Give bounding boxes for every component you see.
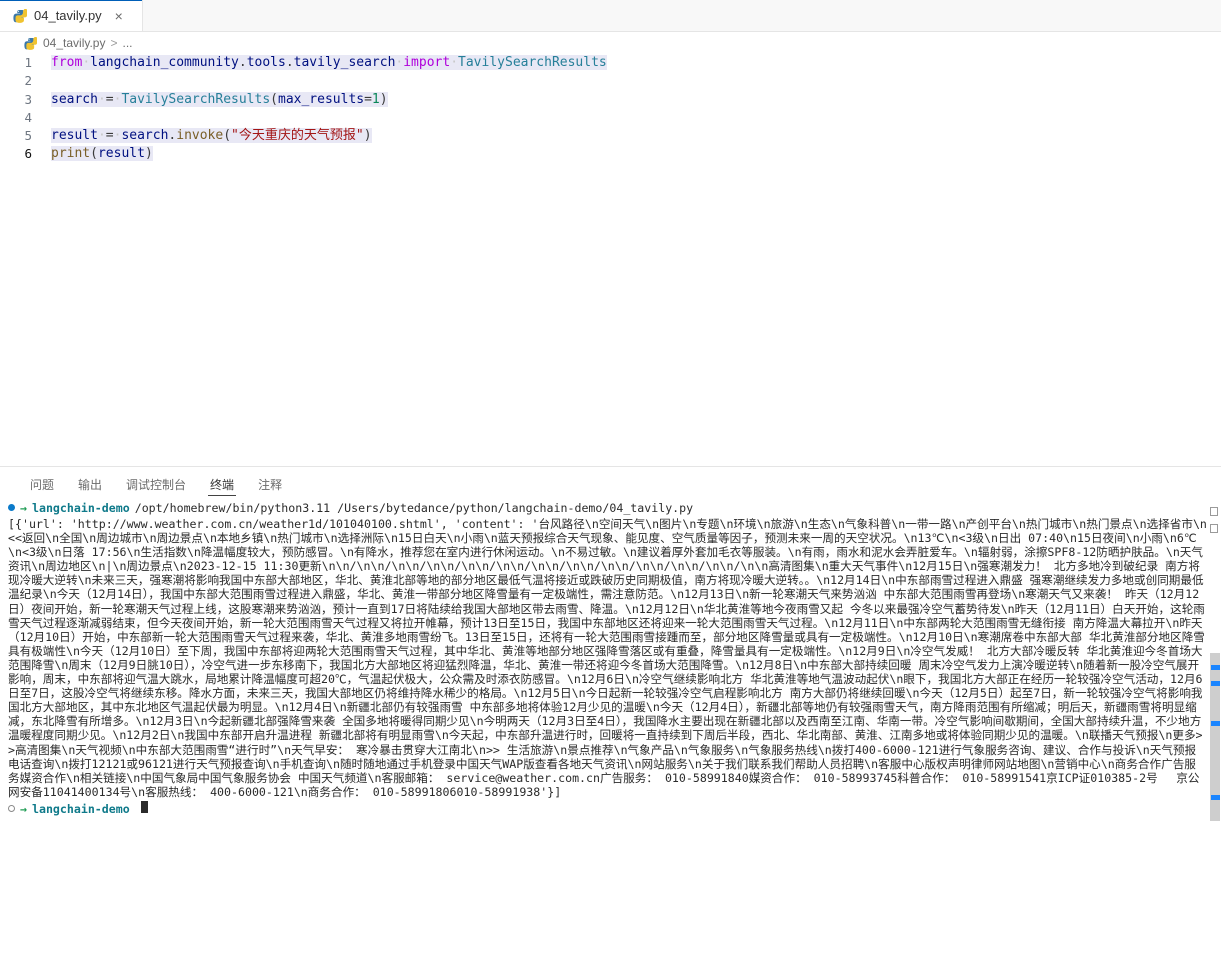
prompt-arrow-icon: → — [20, 801, 27, 816]
python-file-icon — [22, 35, 38, 51]
panel-tab-debug-console[interactable]: 调试控制台 — [114, 467, 198, 501]
panel-tab-output[interactable]: 输出 — [66, 467, 114, 501]
code-line: 3 search·=·TavilySearchResults(max_resul… — [0, 91, 1221, 109]
terminal-view[interactable]: → langchain-demo /opt/homebrew/bin/pytho… — [0, 501, 1221, 974]
code-text: print(result) — [51, 146, 153, 162]
code-text: from·langchain_community.tools.tavily_se… — [51, 55, 607, 70]
line-number: 1 — [24, 55, 32, 70]
close-icon[interactable]: × — [110, 7, 128, 25]
panel-tab-label: 问题 — [30, 477, 55, 492]
python-file-icon — [12, 8, 28, 24]
code-line: 4 — [0, 109, 1221, 127]
panel-tab-bar: 问题 输出 调试控制台 终端 注释 — [0, 467, 1221, 501]
terminal-command: /opt/homebrew/bin/python3.11 /Users/byte… — [134, 501, 694, 515]
code-line: 2 — [0, 72, 1221, 90]
chevron-right-icon: > — [110, 36, 118, 50]
editor-tab-04-tavily-py[interactable]: 04_tavily.py × — [0, 0, 143, 31]
prompt-arrow-icon: → — [20, 501, 27, 515]
terminal-side-controls — [1207, 501, 1221, 533]
panel-tab-label: 注释 — [258, 477, 283, 492]
panel-tab-label: 调试控制台 — [126, 477, 187, 492]
bottom-panel: 问题 输出 调试控制台 终端 注释 → langchain-demo /opt/… — [0, 466, 1221, 974]
code-line: 1 from·langchain_community.tools.tavily_… — [0, 54, 1221, 72]
terminal-overview-mark — [1211, 721, 1220, 726]
editor-tab-bar: 04_tavily.py × — [0, 0, 1221, 32]
terminal-overview-mark — [1211, 665, 1220, 670]
editor-tab-label: 04_tavily.py — [34, 8, 102, 23]
line-number: 5 — [24, 128, 32, 144]
terminal-output: [{'url': 'http://www.weather.com.cn/weat… — [8, 517, 1207, 799]
prompt-idle-dot-icon — [8, 804, 15, 812]
code-line: 6 print(result) — [0, 145, 1221, 163]
code-text: result·=·search.invoke("今天重庆的天气预报") — [51, 128, 372, 144]
terminal-overview-mark — [1211, 681, 1220, 686]
line-number: 3 — [24, 91, 32, 107]
terminal-cursor — [140, 800, 148, 813]
panel-tab-label: 输出 — [78, 477, 103, 492]
line-number: 2 — [24, 73, 32, 89]
line-number: 6 — [24, 146, 32, 162]
terminal-cwd: langchain-demo — [31, 801, 130, 816]
panel-tab-problems[interactable]: 问题 — [18, 467, 66, 501]
line-number: 4 — [24, 109, 32, 125]
code-line: 5 result·=·search.invoke("今天重庆的天气预报") — [0, 127, 1221, 145]
breadcrumb: 04_tavily.py > ... — [0, 32, 1221, 54]
breadcrumb-ellipsis[interactable]: ... — [123, 36, 133, 50]
panel-tab-terminal[interactable]: 终端 — [198, 467, 246, 501]
command-success-dot-icon — [8, 504, 15, 511]
terminal-command-line: → langchain-demo /opt/homebrew/bin/pytho… — [8, 501, 1207, 516]
breadcrumb-file[interactable]: 04_tavily.py — [43, 36, 105, 50]
code-text: search·=·TavilySearchResults(max_results… — [51, 91, 388, 107]
panel-tab-label: 终端 — [210, 477, 235, 492]
terminal-overview-mark — [1211, 795, 1220, 800]
panel-tab-comments[interactable]: 注释 — [246, 467, 294, 501]
terminal-split-icon[interactable] — [1210, 507, 1218, 516]
terminal-active-prompt: → langchain-demo — [8, 800, 1207, 817]
terminal-cwd: langchain-demo — [31, 501, 130, 515]
terminal-kill-icon[interactable] — [1210, 524, 1218, 533]
code-editor[interactable]: 1 from·langchain_community.tools.tavily_… — [0, 54, 1221, 466]
